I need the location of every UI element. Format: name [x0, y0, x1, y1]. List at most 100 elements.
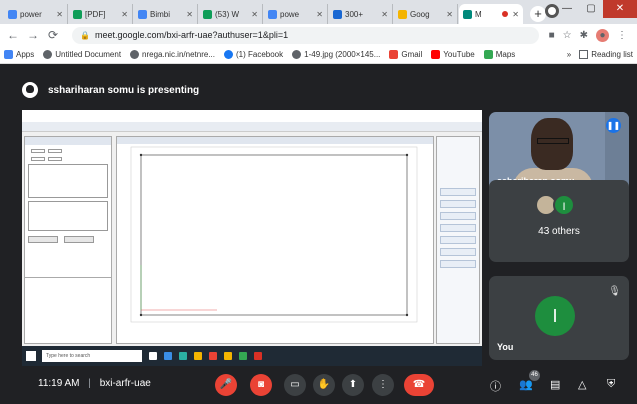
frame-node — [405, 153, 409, 157]
tab-close-icon[interactable]: ✕ — [56, 10, 63, 19]
lock-icon: 🔒 — [80, 30, 90, 40]
bookmark-item[interactable]: YouTube — [431, 50, 475, 59]
browser-tab[interactable]: powe ✕ — [264, 4, 328, 24]
raise-hand-button[interactable]: ✋ — [313, 374, 335, 396]
browser-tab[interactable]: (53) W ✕ — [199, 4, 263, 24]
browser-tab-active[interactable]: M ✕ — [459, 4, 523, 24]
tab-title: Bimbi — [150, 9, 171, 19]
browser-tab[interactable]: power ✕ — [4, 4, 68, 24]
panel-header — [25, 137, 111, 145]
browser-tab[interactable]: Bimbi ✕ — [134, 4, 198, 24]
meet-favicon-icon — [463, 9, 472, 19]
browser-tab[interactable]: 300+ ✕ — [329, 4, 393, 24]
tab-close-icon[interactable]: ✕ — [251, 10, 258, 19]
browser-tab[interactable]: Goog ✕ — [394, 4, 458, 24]
tab-favicon-icon — [73, 9, 82, 19]
taskbar-app-icon — [239, 352, 247, 360]
tab-title: Goog — [410, 9, 430, 19]
tab-close-icon[interactable]: ✕ — [186, 10, 193, 19]
present-now-button[interactable]: ⬆ — [342, 374, 364, 396]
others-tile[interactable]: I 43 others — [489, 180, 629, 262]
browser-tab[interactable]: [PDF] ✕ — [69, 4, 133, 24]
panel-button — [64, 236, 94, 243]
presenting-banner: sshariharan somu is presenting — [22, 78, 199, 102]
mic-toggle-button[interactable]: 🎤 — [215, 374, 237, 396]
page-outline — [130, 146, 418, 323]
maximize-icon[interactable]: ▢ — [579, 0, 603, 18]
leave-call-button[interactable]: ☎ — [404, 374, 434, 396]
tab-title: 300+ — [345, 9, 364, 19]
meeting-details-icon[interactable]: ⓘ — [490, 378, 501, 394]
shared-screen: Type here to search — [22, 110, 482, 366]
chat-icon[interactable]: ▤ — [550, 378, 560, 391]
frame-node — [405, 313, 409, 317]
youtube-icon — [431, 50, 441, 59]
reload-icon[interactable]: ⟳ — [46, 28, 60, 42]
globe-icon — [292, 50, 302, 59]
bookmark-label: Gmail — [401, 50, 423, 59]
panel-item — [439, 169, 477, 175]
account-avatar[interactable]: ● — [596, 28, 609, 42]
panel-tree — [25, 277, 111, 343]
tab-favicon-icon — [8, 9, 17, 19]
more-options-button[interactable]: ⋮ — [372, 374, 394, 396]
panel-button — [440, 236, 476, 244]
url-text: meet.google.com/bxi-arfr-uae?authuser=1&… — [94, 30, 289, 40]
panel-button — [440, 188, 476, 196]
shared-actions-panel — [436, 136, 480, 344]
globe-icon — [43, 50, 53, 59]
bookmark-item[interactable]: Untitled Document — [43, 50, 121, 59]
panel-button — [440, 200, 476, 208]
back-icon[interactable]: ← — [6, 28, 20, 42]
frame-node — [139, 153, 143, 157]
forward-icon[interactable]: → — [26, 28, 40, 42]
bookmark-item[interactable]: (1) Facebook — [223, 50, 284, 59]
shared-drawing-canvas — [116, 136, 434, 344]
bookmark-label: (1) Facebook — [235, 50, 284, 59]
reading-list-button[interactable]: Reading list — [591, 50, 633, 59]
address-bar[interactable]: 🔒 meet.google.com/bxi-arfr-uae?authuser=… — [72, 26, 539, 44]
presenter-face — [531, 118, 573, 170]
tab-close-icon[interactable]: ✕ — [381, 10, 388, 19]
drawing-frame — [140, 154, 408, 316]
info-separator: | — [88, 378, 91, 389]
menu-icon[interactable]: ⋮ — [617, 30, 627, 41]
activities-icon[interactable]: △ — [578, 378, 586, 391]
self-tile[interactable]: 🎙 I You — [489, 276, 629, 360]
close-window-icon[interactable]: ✕ — [603, 0, 637, 18]
taskbar-app-icon — [149, 352, 157, 360]
bookmark-item[interactable]: nrega.nic.in/netnre... — [130, 50, 215, 59]
new-tab-button[interactable]: + — [530, 6, 546, 22]
bookmarks-right: » Reading list — [567, 50, 633, 59]
extensions-icon[interactable]: ✱ — [580, 30, 588, 41]
tab-close-icon[interactable]: ✕ — [121, 10, 128, 19]
self-avatar: I — [535, 296, 575, 336]
camera-icon[interactable]: ■ — [549, 30, 555, 41]
tab-close-icon[interactable]: ✕ — [446, 10, 453, 19]
taskbar-app-icon — [224, 352, 232, 360]
tab-close-icon[interactable]: ✕ — [316, 10, 323, 19]
panel-item — [439, 178, 477, 184]
presenter-glasses — [537, 138, 569, 144]
tab-close-icon[interactable]: ✕ — [512, 10, 519, 19]
taskbar-app-icon — [194, 352, 202, 360]
camera-toggle-button[interactable]: ◙ — [250, 374, 272, 396]
bookmark-label: nrega.nic.in/netnre... — [142, 50, 215, 59]
panel-button — [440, 260, 476, 268]
panel-button — [440, 224, 476, 232]
bookmark-label: Untitled Document — [55, 50, 122, 59]
others-count-label: 43 others — [538, 226, 580, 237]
bookmark-item[interactable]: 1-49.jpg (2000×145... — [292, 50, 380, 59]
tab-favicon-icon — [268, 9, 277, 19]
bookmark-star-icon[interactable]: ☆ — [563, 30, 572, 41]
captions-button[interactable]: ▭ — [284, 374, 306, 396]
presenting-text: sshariharan somu is presenting — [48, 84, 200, 96]
panel-table — [28, 201, 108, 231]
bookmark-apps[interactable]: Apps — [4, 50, 34, 59]
host-controls-icon[interactable]: ⛨ — [607, 378, 615, 391]
bookmark-item[interactable]: Maps — [483, 50, 515, 59]
bookmarks-overflow-icon[interactable]: » — [567, 50, 571, 59]
minimize-icon[interactable]: — — [555, 0, 579, 18]
frame-node — [139, 313, 143, 317]
bookmark-item[interactable]: Gmail — [389, 50, 422, 59]
